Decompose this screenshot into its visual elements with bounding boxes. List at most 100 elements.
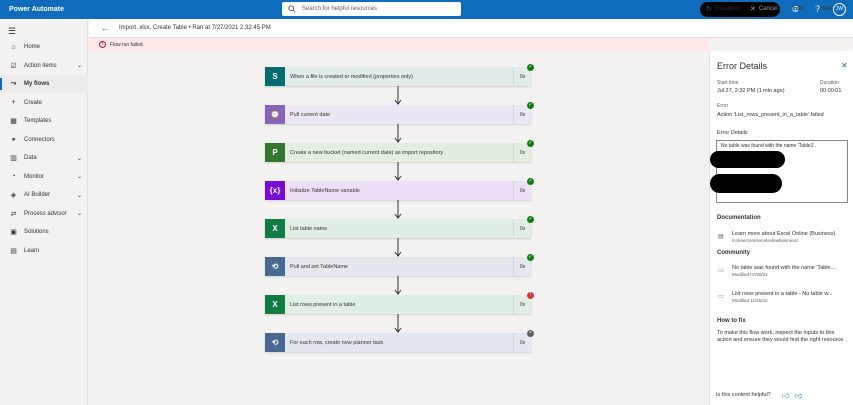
chevron-down-icon[interactable]: ⌄ (77, 192, 82, 199)
sidebar-item-label: Data (24, 155, 37, 161)
arrow-left-icon[interactable]: ← (101, 23, 110, 33)
thumbs-down-icon[interactable]: 👎︎ (795, 391, 802, 400)
chat-icon: ▭ (718, 294, 724, 300)
sidebar-item-label: Home (24, 44, 41, 50)
error-details-panel: Error Details ✕ Start time Jul 27, 2:32 … (709, 51, 853, 405)
search-box[interactable]: Search for helpful resources (282, 2, 461, 16)
duration-label: Duration (820, 80, 839, 86)
close-icon: ✕ (750, 6, 756, 13)
status-ok-icon: ✓ (527, 216, 534, 223)
connector-icon: P (265, 143, 285, 162)
monitor-icon: ◔ (11, 173, 16, 180)
chevron-down-icon[interactable]: ⌄ (77, 173, 82, 180)
cancel-button[interactable]: ✕ Cancel (750, 5, 778, 13)
how-to-fix-heading: How to fix (717, 318, 746, 324)
sidebar-item-solutions[interactable]: ▣ Solutions (0, 223, 88, 241)
sidebar-item-label: Create (24, 99, 43, 106)
connector-icon: X (265, 295, 285, 314)
flow-step[interactable]: S When a file is created or modified (pro… (265, 64, 534, 86)
connector-arrow-icon (394, 86, 402, 105)
breadcrumb: Import .xlsx, Create Table • Ran at 7/27… (119, 25, 271, 31)
flow-step-label: Initialize TableName variable (290, 187, 360, 194)
status-ok-icon: ✓ (527, 178, 534, 185)
flow-step[interactable]: ⌚ Pull current date 0s ✓ (265, 102, 534, 124)
edit-button[interactable]: ✎ Edit (784, 5, 803, 13)
sidebar-item-label: Learn (24, 247, 40, 254)
connector-icon: S (265, 67, 285, 86)
cancel-label: Cancel (758, 6, 778, 12)
sidebar-item-learn[interactable]: ▤ Learn (0, 242, 88, 260)
how-to-fix-text: To make this flow work, inspect the inpu… (717, 330, 845, 343)
resubmit-button[interactable]: ↻ Resubmit (706, 5, 740, 13)
sidebar-item-ai-builder[interactable]: ◈ AI Builder ⌄ (0, 186, 88, 204)
status-skip-icon: × (527, 330, 534, 337)
process-icon: ⇄ (10, 210, 17, 218)
doc-link-title: Learn more about Excel Online (Business) (732, 231, 836, 237)
avatar[interactable]: JW (833, 3, 846, 16)
sidebar-item-connectors[interactable]: ⚭ Connectors (0, 131, 88, 149)
error-banner-text: Flow run failed. (110, 41, 144, 48)
app-title[interactable]: Power Automate (9, 6, 64, 13)
plus-icon: + (11, 99, 16, 106)
chevron-down-icon[interactable]: ⌄ (77, 210, 82, 217)
connector-icon: ⟲ (265, 333, 285, 352)
connector-icon: ⟲ (265, 257, 285, 276)
flow-step[interactable]: P Create a new bucket (named current date… (265, 140, 534, 162)
chat-icon: ▭ (718, 268, 724, 274)
panel-title: Error Details (717, 61, 768, 71)
help-button[interactable]: ? Help (813, 5, 832, 12)
connector-icon: ⚭ (10, 136, 17, 144)
flow-step[interactable]: X List table name 0s ✓ (265, 216, 534, 238)
error-label: Error (717, 103, 729, 109)
error-details-box[interactable]: No table was found with the name 'Table1… (716, 140, 848, 203)
doc-link[interactable]: ▤ Learn more about Excel Online (Busines… (718, 231, 848, 244)
chevron-down-icon[interactable]: ⌄ (77, 155, 82, 162)
status-ok-icon: ✓ (527, 140, 534, 147)
connector-arrow-icon (394, 162, 402, 181)
duration-value: 00:00:01 (820, 88, 842, 94)
ai-icon: ◈ (10, 192, 17, 199)
book-icon: ▤ (10, 247, 17, 255)
error-details-text: No table was found with the name 'Table1… (721, 143, 816, 149)
sidebar-item-action-items[interactable]: ☑ Action items ⌄ (0, 57, 88, 75)
close-icon[interactable]: ✕ (841, 61, 848, 70)
database-icon: ▥ (10, 155, 17, 162)
error-banner: × Flow run failed. (89, 38, 709, 51)
redacted-error-line-1 (710, 151, 785, 168)
flow-step[interactable]: ⟲ For each row, create new planner task 0s… (265, 330, 534, 352)
flow-step-label: When a file is created or modified (prop… (290, 73, 413, 80)
connector-arrow-icon (394, 200, 402, 219)
connector-arrow-icon (394, 124, 402, 143)
flow-step-label: Pull and set TableName (290, 263, 348, 270)
community-link-1[interactable]: ▭ No table was found with the name 'Tabl… (718, 265, 848, 278)
redacted-error-line-2 (710, 174, 782, 193)
resubmit-label: Resubmit (714, 6, 741, 12)
status-ok-icon: ✓ (527, 64, 534, 71)
flow-icon: ⤳ (10, 80, 17, 87)
status-ok-icon: ✓ (527, 254, 534, 261)
sidebar-item-process-advisor[interactable]: ⇄ Process advisor ⌄ (0, 205, 88, 223)
flow-step[interactable]: {x} Initialize TableName variable 0s ✓ (265, 178, 534, 200)
connector-arrow-icon (394, 238, 402, 257)
community-link-2[interactable]: ▭ List rows present in a table - No tabl… (718, 291, 848, 304)
sidebar-item-home[interactable]: ⌂ Home (0, 38, 88, 56)
flow-step[interactable]: X List rows present in a table 0s! (265, 292, 534, 314)
chevron-down-icon[interactable]: ⌄ (77, 62, 82, 69)
sidebar-item-label: Monitor (24, 173, 45, 180)
sidebar-item-monitor[interactable]: ◔ Monitor ⌄ (0, 168, 88, 186)
sidebar-item-data[interactable]: ▥ Data ⌄ (0, 149, 88, 167)
sidebar-item-label: Process advisor (24, 210, 67, 217)
sidebar-item-label: Templates (24, 118, 52, 124)
hamburger-icon[interactable]: ☰ (8, 26, 16, 37)
doc-link-sub: /connectors/excelonlinebusiness/ (732, 238, 799, 243)
thumbs-up-icon[interactable]: 👍︎ (782, 391, 789, 400)
flow-step[interactable]: ⟲ Pull and set TableName 0s ✓ (265, 254, 534, 276)
sidebar-item-templates[interactable]: ▦ Templates (0, 112, 88, 130)
template-icon: ▦ (10, 118, 17, 125)
connector-arrow-icon (394, 314, 402, 333)
sidebar-item-my-flows[interactable]: ⤳ My flows (0, 75, 88, 93)
error-icon: × (99, 41, 106, 48)
sidebar-item-create[interactable]: + Create (0, 94, 88, 112)
community-sub-2: Modified 11/25/20 (732, 298, 768, 303)
helpful-prompt: Is this content helpful? (716, 392, 771, 398)
